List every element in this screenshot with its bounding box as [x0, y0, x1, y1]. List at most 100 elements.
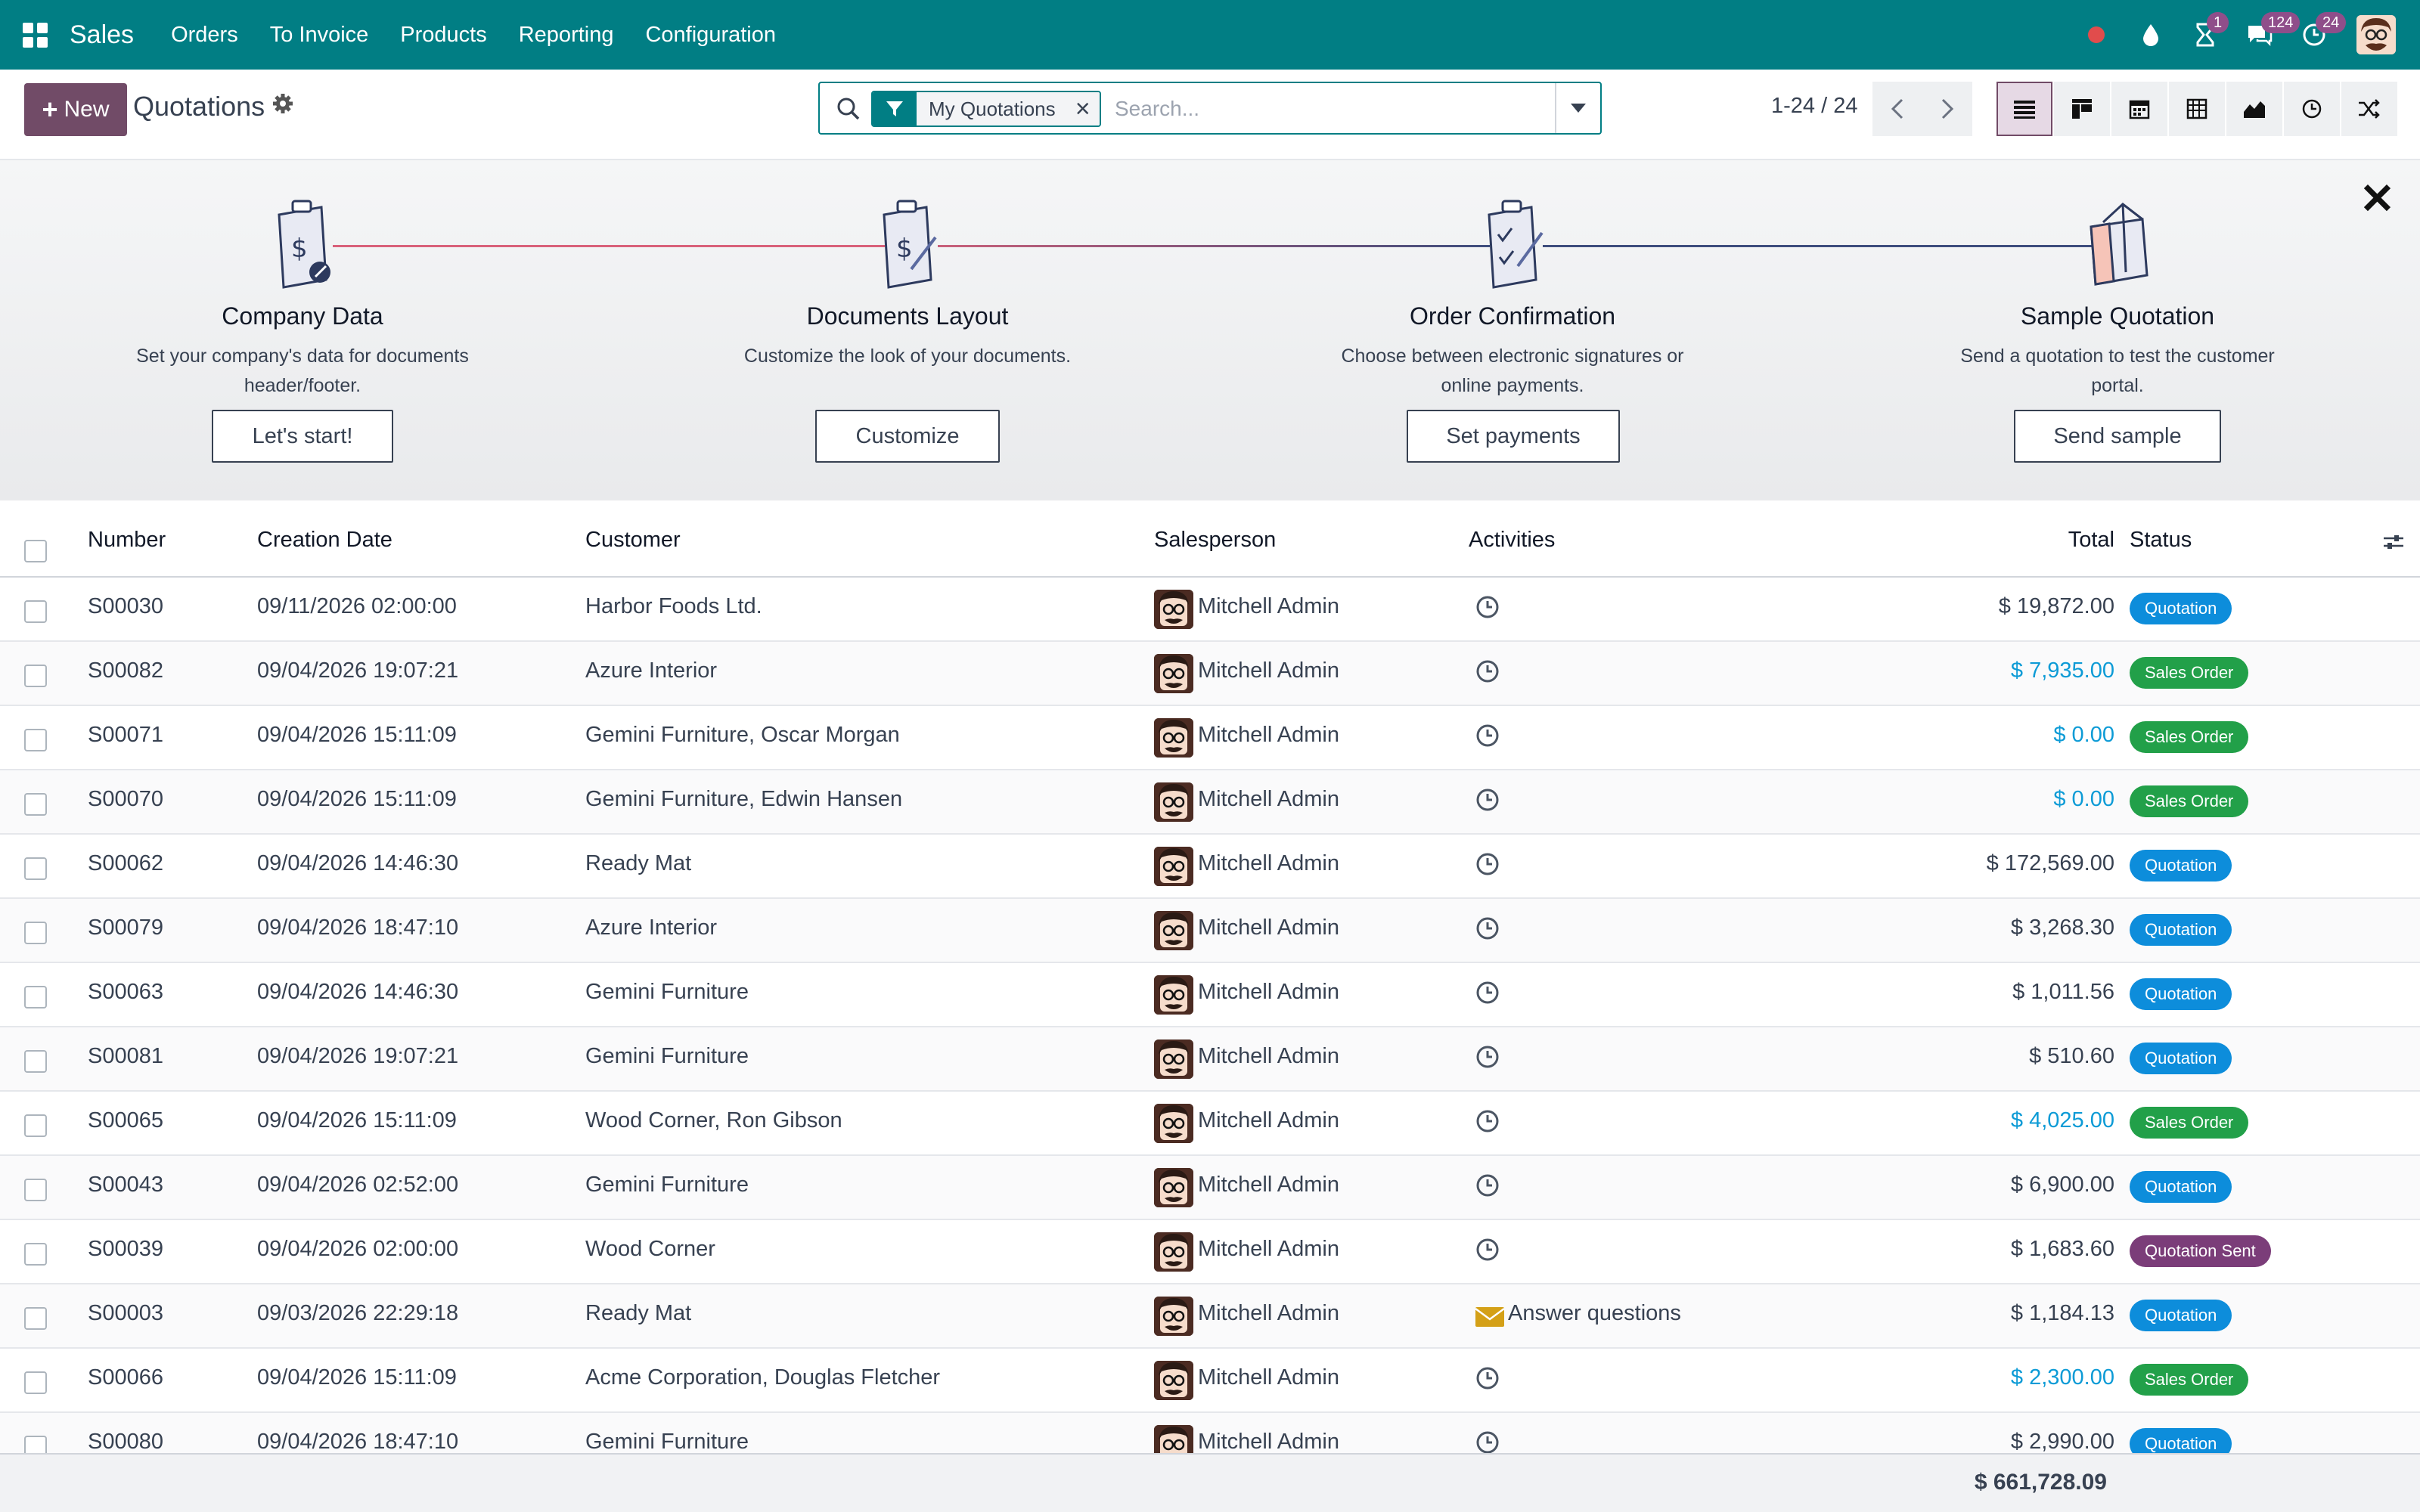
row-checkbox[interactable]	[24, 793, 47, 816]
clock-icon[interactable]	[1475, 658, 1500, 684]
clock-icon[interactable]	[1475, 723, 1500, 748]
app-brand[interactable]: Sales	[70, 20, 134, 50]
row-creation-date: 09/04/2026 02:00:00	[257, 1237, 459, 1261]
clock-icon[interactable]	[1475, 916, 1500, 941]
row-checkbox[interactable]	[24, 600, 47, 623]
email-activity-icon[interactable]	[1475, 1306, 1505, 1328]
pager-value[interactable]: 1-24 / 24	[1771, 94, 1857, 119]
table-row[interactable]: S00065 09/04/2026 15:11:09 Wood Corner, Ro…	[0, 1092, 2420, 1156]
menu-to-invoice[interactable]: To Invoice	[254, 0, 385, 70]
table-row[interactable]: S00070 09/04/2026 15:11:09 Gemini Furnitur…	[0, 770, 2420, 835]
close-onboarding-icon[interactable]: ✕	[2360, 174, 2395, 224]
kanban-view-button[interactable]	[2054, 82, 2110, 136]
pager-previous-button[interactable]	[1872, 82, 1922, 136]
clock-icon[interactable]	[1475, 1430, 1500, 1453]
row-checkbox[interactable]	[24, 1050, 47, 1073]
onboarding-panel: $ Company Data Set your company's data f…	[0, 160, 2420, 500]
row-total: $ 6,900.00	[2010, 1173, 2114, 1197]
row-checkbox[interactable]	[24, 986, 47, 1009]
row-checkbox[interactable]	[24, 1243, 47, 1266]
column-salesperson[interactable]: Salesperson	[1154, 528, 1276, 553]
table-row[interactable]: S00030 09/11/2026 02:00:00 Harbor Foods Lt…	[0, 578, 2420, 642]
table-row[interactable]: S00003 09/03/2026 22:29:18 Ready Mat Mitche…	[0, 1284, 2420, 1349]
messages-icon[interactable]: 124	[2232, 0, 2301, 70]
drop-icon[interactable]	[2124, 0, 2178, 70]
clock-icon[interactable]	[1475, 787, 1500, 813]
menu-configuration[interactable]: Configuration	[629, 0, 792, 70]
new-button[interactable]: + New	[24, 83, 127, 136]
row-number: S00003	[88, 1301, 163, 1325]
row-total: $ 2,300.00	[2010, 1365, 2114, 1390]
clock-icon[interactable]	[1475, 1173, 1500, 1198]
clock-icon[interactable]	[1475, 1365, 1500, 1391]
column-creation-date[interactable]: Creation Date	[257, 528, 392, 553]
row-checkbox[interactable]	[24, 1179, 47, 1201]
facet-remove-icon[interactable]: ×	[1066, 92, 1100, 125]
table-row[interactable]: S00081 09/04/2026 19:07:21 Gemini Furnitur…	[0, 1027, 2420, 1092]
table-row[interactable]: S00043 09/04/2026 02:52:00 Gemini Furnitur…	[0, 1156, 2420, 1220]
row-checkbox[interactable]	[24, 665, 47, 687]
row-number: S00062	[88, 851, 163, 875]
apps-menu-icon[interactable]	[0, 0, 70, 70]
table-row[interactable]: S00039 09/04/2026 02:00:00 Wood Corner Mitc…	[0, 1220, 2420, 1284]
table-row[interactable]: S00071 09/04/2026 15:11:09 Gemini Furnitur…	[0, 706, 2420, 770]
clock-icon[interactable]	[1475, 980, 1500, 1005]
table-row[interactable]: S00080 09/04/2026 18:47:10 Gemini Furnitur…	[0, 1413, 2420, 1453]
search-options-toggle[interactable]	[1555, 83, 1600, 133]
send-sample-button[interactable]: Send sample	[2014, 410, 2221, 463]
clock-icon[interactable]	[1475, 594, 1500, 620]
graph-view-button[interactable]	[2226, 82, 2282, 136]
search-icon[interactable]	[835, 95, 862, 122]
list-view-button[interactable]	[1996, 82, 2052, 136]
row-salesperson: Mitchell Admin	[1198, 1430, 1339, 1453]
row-activity[interactable]: Answer questions	[1508, 1301, 1681, 1326]
cohort-view-button[interactable]	[2341, 82, 2397, 136]
clock-icon[interactable]	[1475, 1108, 1500, 1134]
clipboard-dollar-icon: $	[278, 200, 330, 289]
row-checkbox[interactable]	[24, 1371, 47, 1394]
pager-next-button[interactable]	[1922, 82, 1972, 136]
step-title: Sample Quotation	[2020, 302, 2215, 330]
search-facet: My Quotations ×	[871, 91, 1101, 127]
calendar-view-button[interactable]	[2111, 82, 2167, 136]
row-total: $ 19,872.00	[1998, 594, 2114, 618]
row-checkbox[interactable]	[24, 729, 47, 751]
row-checkbox[interactable]	[24, 1307, 47, 1330]
column-total[interactable]: Total	[2068, 528, 2114, 553]
row-checkbox[interactable]	[24, 1114, 47, 1137]
activity-view-button[interactable]	[2284, 82, 2340, 136]
status-badge: Quotation	[2130, 1300, 2232, 1331]
column-settings-icon[interactable]	[2382, 531, 2405, 553]
table-row[interactable]: S00062 09/04/2026 14:46:30 Ready Mat Mitche…	[0, 835, 2420, 899]
row-creation-date: 09/04/2026 14:46:30	[257, 980, 459, 1004]
column-number[interactable]: Number	[88, 528, 166, 553]
menu-orders[interactable]: Orders	[155, 0, 254, 70]
activity-icon[interactable]: 1	[2178, 0, 2232, 70]
updates-icon[interactable]: 24	[2287, 0, 2347, 70]
pivot-view-button[interactable]	[2169, 82, 2225, 136]
table-row[interactable]: S00063 09/04/2026 14:46:30 Gemini Furnitur…	[0, 963, 2420, 1027]
clock-icon[interactable]	[1475, 1237, 1500, 1263]
row-checkbox[interactable]	[24, 857, 47, 880]
clock-icon[interactable]	[1475, 851, 1500, 877]
column-customer[interactable]: Customer	[585, 528, 681, 553]
column-activities[interactable]: Activities	[1469, 528, 1555, 553]
row-checkbox[interactable]	[24, 922, 47, 944]
row-checkbox[interactable]	[24, 1436, 47, 1453]
lets-start-button[interactable]: Let's start!	[212, 410, 393, 463]
salesperson-avatar	[1154, 1104, 1193, 1143]
table-row[interactable]: S00066 09/04/2026 15:11:09 Acme Corporatio…	[0, 1349, 2420, 1413]
menu-products[interactable]: Products	[384, 0, 502, 70]
menu-reporting[interactable]: Reporting	[503, 0, 630, 70]
table-row[interactable]: S00082 09/04/2026 19:07:21 Azure Interior M…	[0, 642, 2420, 706]
recording-icon[interactable]	[2069, 0, 2124, 70]
gear-icon[interactable]	[272, 92, 293, 120]
set-payments-button[interactable]: Set payments	[1407, 410, 1620, 463]
table-row[interactable]: S00079 09/04/2026 18:47:10 Azure Interior M…	[0, 899, 2420, 963]
customize-button[interactable]: Customize	[815, 410, 1000, 463]
select-all-checkbox[interactable]	[24, 540, 47, 562]
user-avatar[interactable]	[2356, 15, 2396, 54]
clock-icon[interactable]	[1475, 1044, 1500, 1070]
search-input[interactable]	[1115, 92, 1538, 125]
column-status[interactable]: Status	[2130, 528, 2192, 553]
